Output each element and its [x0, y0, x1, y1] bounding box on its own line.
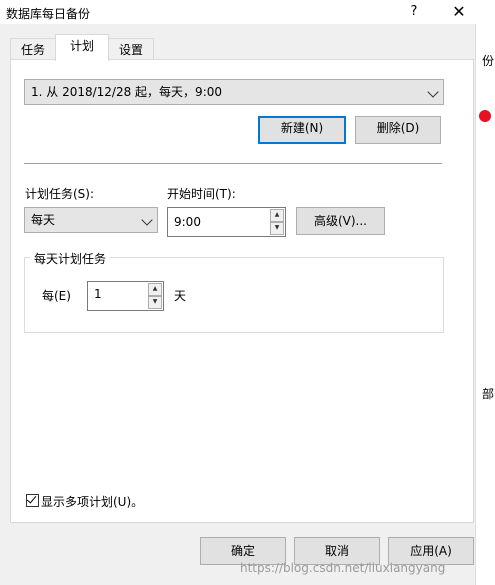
start-time-label: 开始时间(T):	[167, 187, 236, 201]
chevron-down-icon	[141, 214, 153, 226]
spin-down-button[interactable]: ▼	[148, 296, 162, 309]
schedule-task-select[interactable]: 每天	[24, 207, 158, 233]
every-days-field[interactable]: 1 ▲ ▼	[87, 281, 164, 311]
chevron-down-icon	[427, 86, 439, 98]
error-icon	[479, 110, 491, 122]
close-button[interactable]: ✕	[445, 2, 473, 22]
tab-task[interactable]: 任务	[10, 38, 56, 61]
start-time-value: 9:00	[174, 215, 201, 229]
schedule-select-value: 1. 从 2018/12/28 起，每天，9:00	[31, 85, 223, 99]
show-multiple-label[interactable]: 显示多项计划(U)。	[41, 493, 143, 510]
spin-down-button[interactable]: ▼	[270, 222, 284, 235]
help-button[interactable]: ?	[400, 2, 428, 22]
watermark: https://blog.csdn.net/liuxiangyang	[240, 561, 446, 575]
daily-schedule-title: 每天计划任务	[30, 250, 111, 267]
schedule-task-value: 每天	[31, 213, 56, 227]
unit-label: 天	[174, 289, 187, 303]
start-time-field[interactable]: 9:00 ▲ ▼	[167, 207, 286, 237]
tab-schedule[interactable]: 计划	[55, 34, 109, 61]
window-title: 数据库每日备份	[6, 7, 91, 21]
title-bar: 数据库每日备份 ? ✕	[0, 0, 495, 24]
schedule-select[interactable]: 1. 从 2018/12/28 起，每天，9:00	[24, 79, 444, 105]
new-button[interactable]: 新建(N)	[258, 116, 346, 144]
background-text: 份	[482, 54, 495, 68]
advanced-button[interactable]: 高级(V)...	[296, 207, 385, 235]
delete-button[interactable]: 删除(D)	[355, 116, 441, 144]
every-days-value: 1	[94, 287, 102, 301]
every-label: 每(E)	[42, 289, 71, 303]
spin-up-button[interactable]: ▲	[148, 283, 162, 296]
spin-up-button[interactable]: ▲	[270, 209, 284, 222]
start-time-spinner: ▲ ▼	[270, 209, 284, 235]
every-days-spinner: ▲ ▼	[148, 283, 162, 309]
tab-settings[interactable]: 设置	[108, 38, 154, 61]
divider	[24, 163, 442, 164]
schedule-task-label: 计划任务(S):	[25, 187, 95, 201]
background-text: 部	[482, 387, 495, 401]
check-icon	[26, 493, 37, 504]
show-multiple-checkbox[interactable]	[26, 493, 39, 507]
background-window-edge	[475, 0, 495, 585]
